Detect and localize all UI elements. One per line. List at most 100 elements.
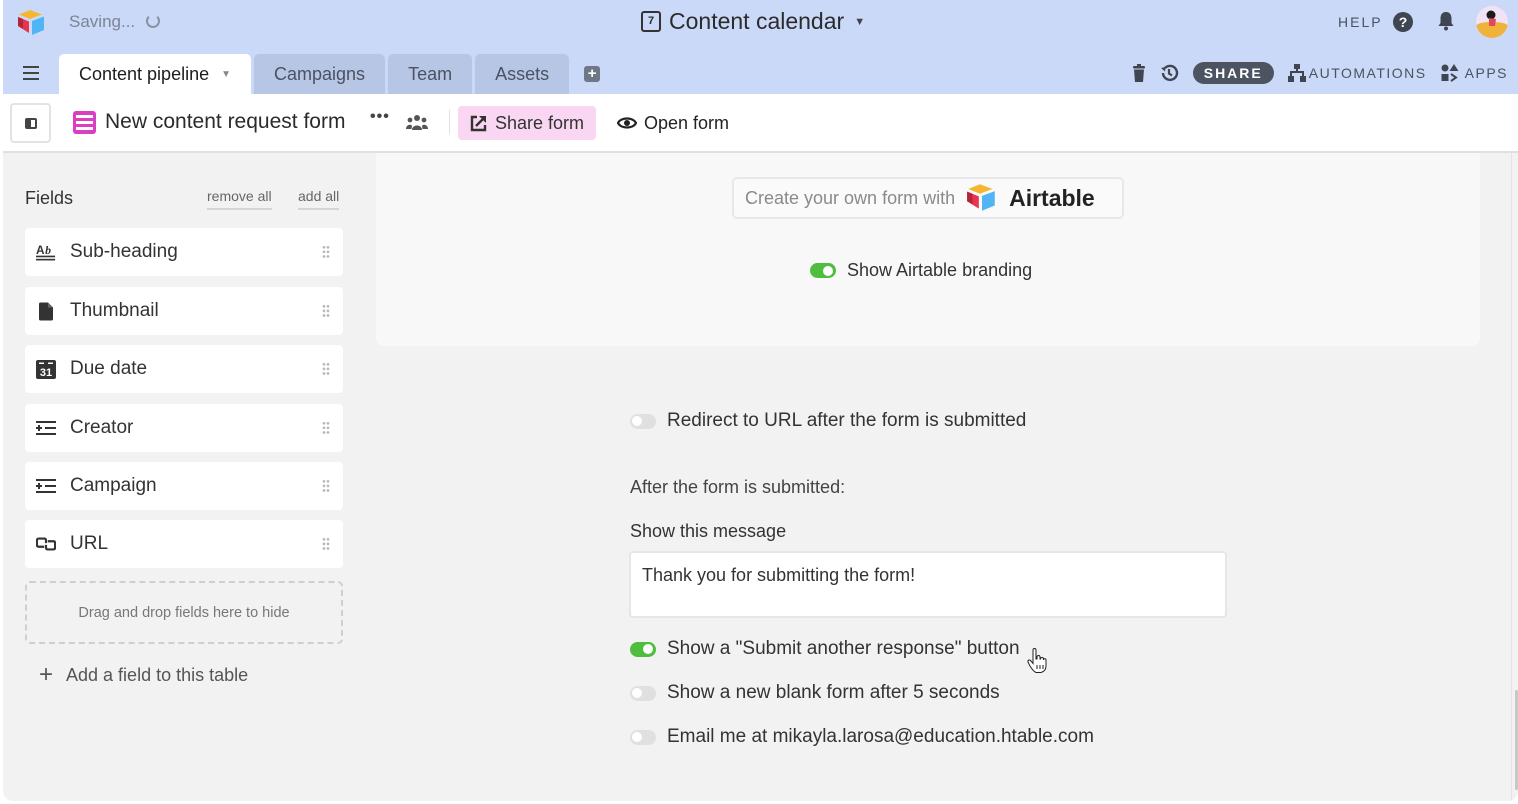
toolbar-divider: [449, 110, 450, 134]
drag-handle-icon[interactable]: [322, 537, 330, 551]
email-me-toggle[interactable]: [630, 729, 656, 745]
chevron-down-icon[interactable]: ▼: [221, 69, 231, 80]
tab-label: Assets: [495, 63, 550, 84]
email-me-label: Email me at mikayla.larosa@education.hta…: [667, 726, 1094, 747]
automations-icon: [1287, 64, 1306, 82]
fields-title: Fields: [25, 188, 74, 208]
notifications-bell-icon[interactable]: [1437, 11, 1455, 31]
drag-handle-icon[interactable]: [322, 362, 330, 376]
date-icon: 31: [36, 359, 56, 379]
create-form-text: Create your own form with: [745, 187, 956, 208]
app-window: Saving... 7 Content calendar ▼ HELP ? Co…: [3, 0, 1518, 801]
form-view-icon: [73, 111, 96, 134]
field-name: URL: [70, 533, 109, 554]
drag-handle-icon[interactable]: [322, 421, 330, 435]
add-field-label: Add a field to this table: [66, 664, 249, 685]
long-text-icon: Ab: [36, 242, 56, 262]
drag-handle-icon[interactable]: [322, 304, 330, 318]
field-name: Sub-heading: [70, 241, 178, 262]
svg-text:b: b: [45, 243, 51, 257]
tab-team[interactable]: Team: [388, 54, 473, 94]
drag-handle-icon[interactable]: [322, 479, 330, 493]
eye-icon: [617, 117, 637, 129]
help-link[interactable]: HELP: [1338, 14, 1383, 30]
table-tabs: Content pipeline ▼ Campaigns Team Assets…: [59, 54, 601, 94]
collaborators-icon[interactable]: [406, 114, 428, 130]
tab-content-pipeline[interactable]: Content pipeline ▼: [59, 54, 252, 94]
tab-assets[interactable]: Assets: [475, 54, 570, 94]
email-me-option[interactable]: Email me at mikayla.larosa@education.hta…: [630, 726, 1094, 748]
hamburger-menu-icon[interactable]: [23, 66, 39, 80]
add-table-icon[interactable]: +: [584, 66, 601, 82]
field-item-url[interactable]: URL: [25, 520, 343, 568]
tab-label: Content pipeline: [79, 63, 210, 84]
field-name: Campaign: [70, 475, 157, 496]
after-submit-label: After the form is submitted:: [630, 477, 846, 497]
show-branding-toggle[interactable]: [810, 263, 836, 278]
automations-label: AUTOMATIONS: [1308, 65, 1427, 81]
view-name[interactable]: New content request form: [105, 110, 345, 134]
tab-campaigns[interactable]: Campaigns: [254, 54, 386, 94]
redirect-url-label: Redirect to URL after the form is submit…: [667, 410, 1027, 431]
blank-form-label: Show a new blank form after 5 seconds: [667, 682, 1000, 703]
user-avatar[interactable]: [1476, 6, 1508, 38]
automations-button[interactable]: AUTOMATIONS: [1287, 64, 1427, 82]
view-bar: New content request form ••• Share form: [3, 94, 1518, 153]
share-button[interactable]: SHARE: [1192, 62, 1274, 84]
single-select-icon: [36, 478, 56, 494]
apps-button[interactable]: APPS: [1441, 64, 1508, 82]
field-name: Due date: [70, 358, 148, 379]
airtable-branding-badge[interactable]: Create your own form with Airtable: [732, 177, 1124, 219]
redirect-url-toggle[interactable]: [630, 413, 656, 429]
branding-panel: Create your own form with Airtable Show …: [376, 153, 1480, 346]
redirect-url-option[interactable]: Redirect to URL after the form is submit…: [630, 410, 1026, 432]
fields-panel: Fields remove all add all Ab Sub-heading…: [3, 153, 365, 801]
more-options-icon[interactable]: •••: [370, 108, 390, 126]
tab-label: Team: [408, 63, 453, 84]
show-branding-option[interactable]: Show Airtable branding: [810, 260, 1032, 281]
field-name: Thumbnail: [70, 300, 159, 321]
remove-all-link[interactable]: remove all: [207, 188, 272, 210]
field-item-sub-heading[interactable]: Ab Sub-heading: [25, 228, 343, 276]
blank-form-toggle[interactable]: [630, 685, 656, 701]
top-bar: Saving... 7 Content calendar ▼ HELP ? Co…: [3, 0, 1518, 94]
trash-icon[interactable]: [1132, 64, 1145, 82]
field-item-creator[interactable]: Creator: [25, 404, 343, 452]
base-title-button[interactable]: 7 Content calendar ▼: [641, 8, 865, 35]
show-message-label: Show this message: [630, 521, 787, 541]
calendar-icon: 7: [641, 11, 661, 32]
panel-edge: [1511, 153, 1512, 801]
svg-text:31: 31: [40, 367, 52, 379]
tab-label: Campaigns: [274, 63, 366, 84]
avatar-image-icon: [1476, 10, 1508, 38]
apps-label: APPS: [1464, 65, 1508, 81]
add-all-link[interactable]: add all: [298, 188, 340, 210]
svg-text:A: A: [36, 243, 45, 257]
confirmation-message-input[interactable]: Thank you for submitting the form!: [629, 551, 1227, 618]
attachment-icon: [36, 302, 56, 321]
single-select-icon: [36, 420, 56, 436]
add-field-button[interactable]: + Add a field to this table: [39, 661, 248, 689]
external-share-icon: [470, 115, 487, 131]
help-icon[interactable]: ?: [1393, 12, 1413, 32]
field-item-campaign[interactable]: Campaign: [25, 462, 343, 510]
saving-spinner-icon: [146, 14, 160, 28]
submit-another-label: Show a "Submit another response" button: [667, 638, 1020, 659]
drop-zone-text: Drag and drop fields here to hide: [78, 604, 290, 621]
history-icon[interactable]: [1159, 63, 1179, 83]
submit-another-toggle[interactable]: [630, 641, 656, 657]
field-item-thumbnail[interactable]: Thumbnail: [25, 287, 343, 335]
hidden-fields-drop-zone[interactable]: Drag and drop fields here to hide: [25, 581, 343, 644]
airtable-logo-icon[interactable]: [16, 9, 48, 37]
saving-status: Saving...: [69, 12, 136, 31]
field-item-due-date[interactable]: 31 Due date: [25, 345, 343, 393]
submit-another-option[interactable]: Show a "Submit another response" button: [630, 638, 1020, 660]
share-form-button[interactable]: Share form: [458, 106, 597, 140]
sidebar-toggle-icon: [25, 118, 37, 129]
drag-handle-icon[interactable]: [322, 245, 330, 259]
open-form-label: Open form: [644, 112, 730, 133]
open-form-button[interactable]: Open form: [617, 106, 729, 140]
link-icon: [36, 536, 56, 552]
blank-form-option[interactable]: Show a new blank form after 5 seconds: [630, 682, 1000, 704]
sidebar-toggle-button[interactable]: [10, 103, 51, 143]
